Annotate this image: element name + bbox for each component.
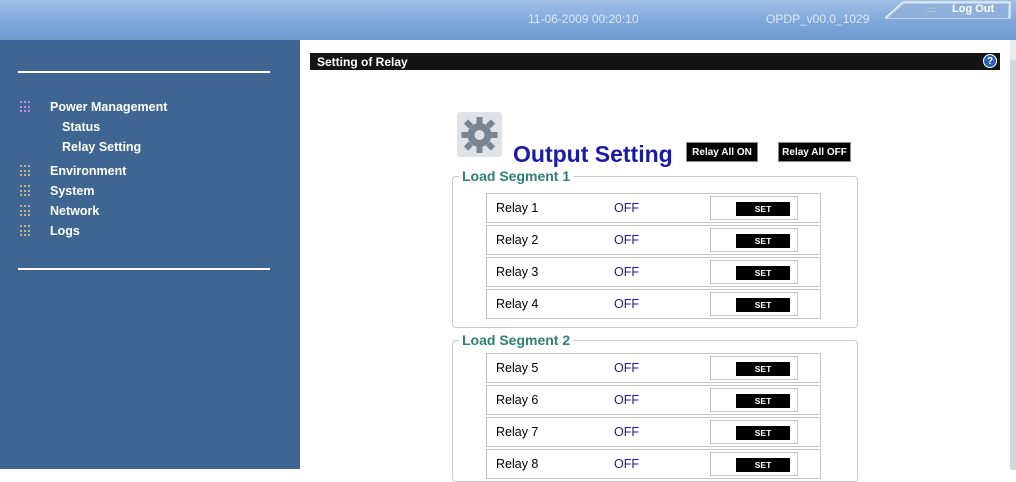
relay-name: Relay 2	[496, 233, 539, 247]
vertical-scrollbar[interactable]	[1010, 40, 1016, 470]
grid-dots-icon	[20, 225, 32, 237]
relay-all-on-button[interactable]: Relay All ON	[686, 142, 758, 162]
set-button[interactable]: SET	[736, 394, 790, 408]
relay-status: OFF	[614, 201, 639, 215]
page-title: Setting of Relay	[317, 55, 408, 69]
sidebar-item-power-management[interactable]: Power Management	[20, 98, 167, 116]
relay-row: Relay 5 OFF SET	[486, 353, 821, 383]
relay-name: Relay 4	[496, 297, 539, 311]
sidebar-item-logs[interactable]: Logs	[20, 222, 80, 240]
segment-label: Load Segment 2	[462, 332, 571, 348]
relay-all-off-button[interactable]: Relay All OFF	[778, 142, 851, 162]
set-button[interactable]: SET	[736, 362, 790, 376]
sidebar-item-system[interactable]: System	[20, 182, 94, 200]
sidebar-item-label: Network	[50, 204, 100, 218]
relay-row: Relay 4 OFF SET	[486, 289, 821, 319]
set-button[interactable]: SET	[736, 426, 790, 440]
sidebar-item-label: System	[50, 184, 95, 198]
firmware-version: OPDP_v00.0_1029	[766, 12, 870, 26]
sidebar-item-environment[interactable]: Environment	[20, 162, 126, 180]
relay-row: Relay 1 OFF SET	[486, 193, 821, 223]
gear-icon	[457, 112, 502, 157]
set-button[interactable]: SET	[736, 234, 790, 248]
relay-name: Relay 1	[496, 201, 539, 215]
relay-status: OFF	[614, 233, 639, 247]
grid-dots-icon	[20, 205, 32, 217]
set-button[interactable]: SET	[736, 298, 790, 312]
sidebar-item-label: Power Management	[50, 100, 168, 114]
sidebar-item-network[interactable]: Network	[20, 202, 99, 220]
relay-status: OFF	[614, 425, 639, 439]
set-button[interactable]: SET	[736, 202, 790, 216]
relay-status: OFF	[614, 361, 639, 375]
relay-row: Relay 2 OFF SET	[486, 225, 821, 255]
sidebar: Power Management Status Relay Setting En…	[0, 40, 300, 469]
output-setting-title: Output Setting	[513, 141, 673, 167]
sidebar-subitem-status[interactable]: Status	[62, 120, 100, 134]
grid-dots-icon	[20, 185, 32, 197]
sidebar-item-label: Logs	[50, 224, 80, 238]
sidebar-item-label: Environment	[50, 164, 127, 178]
set-button[interactable]: SET	[736, 266, 790, 280]
grid-dots-icon	[20, 165, 32, 177]
relay-status: OFF	[614, 297, 639, 311]
relay-row: Relay 7 OFF SET	[486, 417, 821, 447]
logout-button[interactable]: ::::: Log Out	[885, 1, 1011, 19]
relay-row: Relay 3 OFF SET	[486, 257, 821, 287]
sidebar-divider-bottom	[18, 268, 270, 270]
set-button[interactable]: SET	[736, 458, 790, 472]
sidebar-divider-top	[18, 71, 270, 73]
help-icon[interactable]: ?	[983, 54, 997, 68]
relay-name: Relay 3	[496, 265, 539, 279]
relay-name: Relay 7	[496, 425, 539, 439]
relay-name: Relay 5	[496, 361, 539, 375]
page-title-bar: Setting of Relay	[310, 53, 1000, 70]
relay-row: Relay 8 OFF SET	[486, 449, 821, 479]
grid-dots-icon	[20, 101, 32, 113]
relay-status: OFF	[614, 265, 639, 279]
datetime-display: 11-06-2009 00:20:10	[528, 12, 639, 26]
top-header-bar: 11-06-2009 00:20:10 OPDP_v00.0_1029 ::::…	[0, 0, 1016, 40]
sidebar-subitem-relay-setting[interactable]: Relay Setting	[62, 140, 141, 154]
segment-label: Load Segment 1	[462, 168, 571, 184]
relay-name: Relay 6	[496, 393, 539, 407]
scrollbar-thumb[interactable]	[1010, 60, 1016, 470]
relay-row: Relay 6 OFF SET	[486, 385, 821, 415]
logout-label: Log Out	[952, 3, 995, 15]
logout-dots-icon: :::::	[925, 5, 937, 14]
relay-status: OFF	[614, 393, 639, 407]
